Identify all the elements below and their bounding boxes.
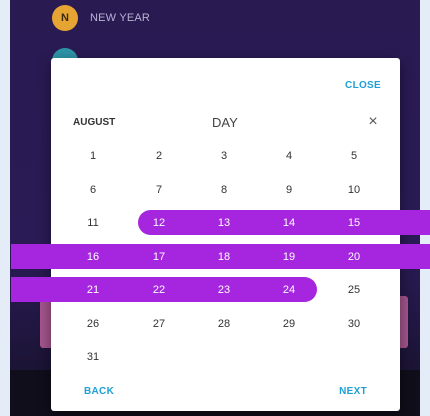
- day-cell[interactable]: 14: [269, 213, 309, 233]
- day-cell[interactable]: 30: [334, 314, 374, 334]
- day-cell[interactable]: 9: [269, 180, 309, 200]
- day-cell[interactable]: 3: [204, 146, 244, 166]
- day-cell[interactable]: 29: [269, 314, 309, 334]
- day-cell[interactable]: 26: [73, 314, 113, 334]
- day-cell[interactable]: 27: [139, 314, 179, 334]
- next-button[interactable]: NEXT: [339, 386, 367, 397]
- day-cell[interactable]: 18: [204, 247, 244, 267]
- day-cell[interactable]: 13: [204, 213, 244, 233]
- day-cell[interactable]: 16: [73, 247, 113, 267]
- day-grid: 1 2 3 4 5 6 7 8 9 10 11 12 13 14 15 16 17 18 19 20 21 22 23 24 2…: [11, 58, 430, 411]
- avatar: N: [52, 5, 78, 31]
- day-cell[interactable]: 12: [139, 213, 179, 233]
- day-cell[interactable]: 11: [73, 213, 113, 233]
- day-cell[interactable]: 31: [73, 347, 113, 367]
- day-cell[interactable]: 1: [73, 146, 113, 166]
- day-cell[interactable]: 19: [269, 247, 309, 267]
- day-cell[interactable]: 2: [139, 146, 179, 166]
- back-button[interactable]: BACK: [84, 386, 114, 397]
- day-cell[interactable]: 8: [204, 180, 244, 200]
- day-cell[interactable]: 17: [139, 247, 179, 267]
- list-item: N NEW YEAR: [52, 5, 150, 31]
- day-cell[interactable]: 20: [334, 247, 374, 267]
- day-cell[interactable]: 6: [73, 180, 113, 200]
- day-cell[interactable]: 15: [334, 213, 374, 233]
- day-cell[interactable]: 21: [73, 280, 113, 300]
- day-cell[interactable]: 28: [204, 314, 244, 334]
- day-cell[interactable]: 5: [334, 146, 374, 166]
- day-cell[interactable]: 24: [269, 280, 309, 300]
- day-cell[interactable]: 4: [269, 146, 309, 166]
- date-picker-dialog: CLOSE AUGUST DAY × 1 2 3 4 5 6 7 8 9 10 11 12 13 14 15…: [11, 58, 430, 411]
- day-cell[interactable]: 10: [334, 180, 374, 200]
- list-item-label: NEW YEAR: [90, 12, 151, 24]
- day-cell[interactable]: 7: [139, 180, 179, 200]
- day-cell[interactable]: 25: [334, 280, 374, 300]
- day-cell[interactable]: 22: [139, 280, 179, 300]
- day-cell[interactable]: 23: [204, 280, 244, 300]
